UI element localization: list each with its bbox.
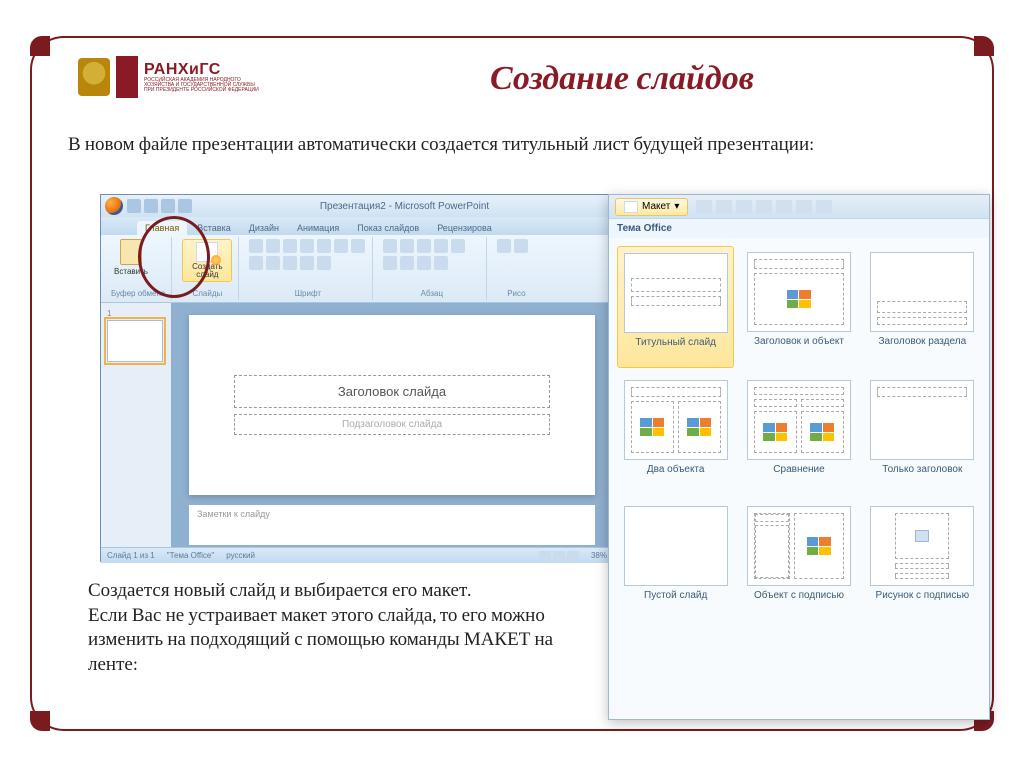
ribbon-tabs: Главная Вставка Дизайн Анимация Показ сл… xyxy=(101,217,613,235)
layout-item-content-caption[interactable]: Объект с подписью xyxy=(740,500,857,620)
notes-pane[interactable]: Заметки к слайду xyxy=(189,505,595,545)
popup-toolbar: Макет ▾ xyxy=(609,195,989,219)
theme-label: Тема Office xyxy=(609,219,989,238)
tab-slideshow[interactable]: Показ слайдов xyxy=(349,221,427,235)
layout-button[interactable]: Макет ▾ xyxy=(615,198,688,216)
tab-home[interactable]: Главная xyxy=(137,221,187,235)
status-lang: русский xyxy=(226,551,255,560)
tab-design[interactable]: Дизайн xyxy=(241,221,287,235)
ribbon-group-font: Шрифт xyxy=(243,237,373,300)
ribbon-group-drawing: Рисо xyxy=(491,237,541,300)
layout-icon xyxy=(624,201,638,213)
paste-button[interactable]: Вставить xyxy=(111,239,151,276)
title-placeholder[interactable]: Заголовок слайда xyxy=(234,375,551,408)
thumb-number: 1 xyxy=(107,309,165,318)
workspace: 1 Заголовок слайда Подзаголовок слайда З… xyxy=(101,303,613,547)
slide-canvas[interactable]: Заголовок слайда Подзаголовок слайда xyxy=(189,315,595,495)
quick-access-toolbar[interactable] xyxy=(127,199,192,213)
layout-grid: Титульный слайд Заголовок и объект Загол… xyxy=(609,238,989,628)
powerpoint-window: Презентация2 - Microsoft PowerPoint Глав… xyxy=(100,194,614,562)
window-title: Презентация2 - Microsoft PowerPoint xyxy=(200,201,609,212)
new-slide-icon xyxy=(196,242,218,262)
layout-item-title-content[interactable]: Заголовок и объект xyxy=(740,246,857,368)
layout-item-blank[interactable]: Пустой слайд xyxy=(617,500,734,620)
new-slide-button[interactable]: Создать слайд xyxy=(182,239,232,282)
slide-edit-area: Заголовок слайда Подзаголовок слайда Зам… xyxy=(171,303,613,547)
tab-review[interactable]: Рецензирова xyxy=(429,221,500,235)
logo-text: РАНХиГС xyxy=(144,62,264,78)
outro-text: Создается новый слайд и выбирается его м… xyxy=(88,578,593,677)
tab-insert[interactable]: Вставка xyxy=(189,221,238,235)
page-title: Создание слайдов xyxy=(280,58,964,98)
intro-text: В новом файле презентации автоматически … xyxy=(68,132,956,158)
status-zoom: 38% xyxy=(591,551,607,560)
ribbon-group-clipboard: Вставить Буфер обмена xyxy=(105,237,172,300)
subtitle-placeholder[interactable]: Подзаголовок слайда xyxy=(234,414,551,435)
slide-thumbnail[interactable] xyxy=(107,320,163,362)
status-bar: Слайд 1 из 1 "Тема Office" русский 38% xyxy=(101,547,613,563)
chevron-down-icon: ▾ xyxy=(674,201,679,212)
ribbon: Вставить Буфер обмена Создать слайд Слай… xyxy=(101,235,613,303)
layout-item-section-header[interactable]: Заголовок раздела xyxy=(864,246,981,368)
status-theme: "Тема Office" xyxy=(167,551,215,560)
tab-animation[interactable]: Анимация xyxy=(289,221,347,235)
slide-thumbnails-panel[interactable]: 1 xyxy=(101,303,171,547)
status-slide: Слайд 1 из 1 xyxy=(107,551,155,560)
office-button-icon[interactable] xyxy=(105,197,123,215)
paste-icon xyxy=(120,239,142,265)
titlebar: Презентация2 - Microsoft PowerPoint xyxy=(101,195,613,217)
logo-subtext: РОССИЙСКАЯ АКАДЕМИЯ НАРОДНОГО ХОЗЯЙСТВА … xyxy=(144,78,264,93)
logo-emblem-icon xyxy=(78,58,110,96)
layout-item-picture-caption[interactable]: Рисунок с подписью xyxy=(864,500,981,620)
layout-item-title-slide[interactable]: Титульный слайд xyxy=(617,246,734,368)
layout-gallery-popup: Макет ▾ Тема Office Титульный слайд Заго… xyxy=(608,194,990,720)
layout-item-two-content[interactable]: Два объекта xyxy=(617,374,734,494)
view-buttons[interactable] xyxy=(539,551,579,561)
layout-item-comparison[interactable]: Сравнение xyxy=(740,374,857,494)
logo: РАНХиГС РОССИЙСКАЯ АКАДЕМИЯ НАРОДНОГО ХО… xyxy=(78,56,264,98)
layout-item-title-only[interactable]: Только заголовок xyxy=(864,374,981,494)
ribbon-group-paragraph: Абзац xyxy=(377,237,487,300)
ribbon-group-slides: Создать слайд Слайды xyxy=(176,237,239,300)
logo-bar xyxy=(116,56,138,98)
